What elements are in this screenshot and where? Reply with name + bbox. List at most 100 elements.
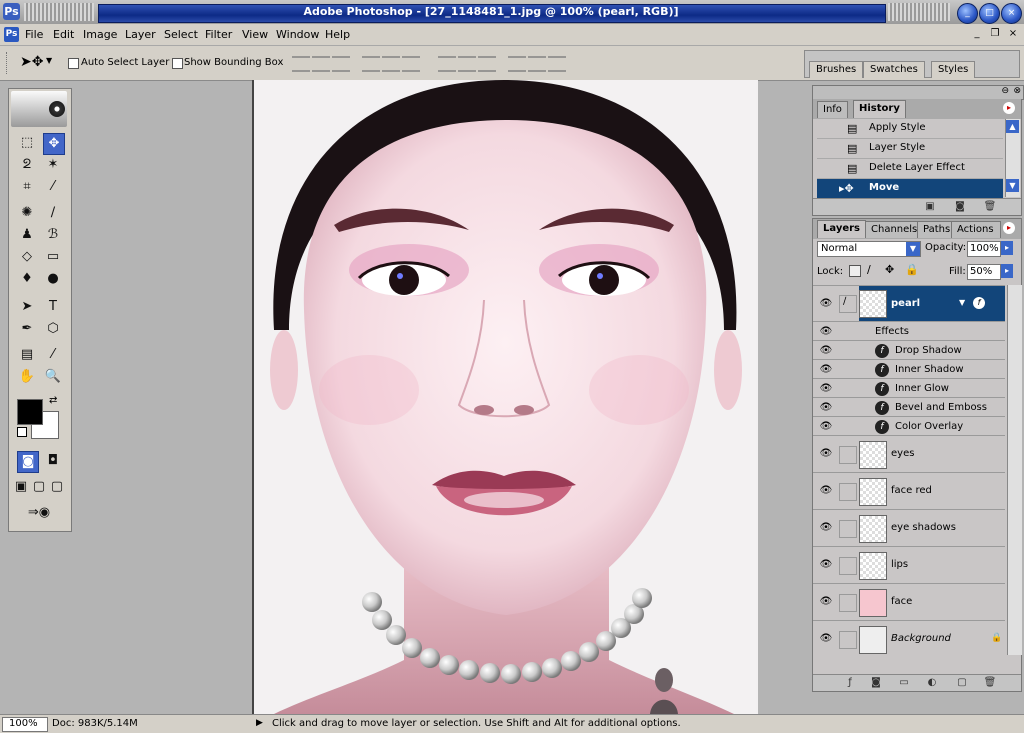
layer-row-pearl[interactable]: 👁 ∕ pearl ▼ f bbox=[813, 285, 1005, 322]
new-document-from-state-icon[interactable]: ▣ bbox=[923, 201, 937, 213]
tab-info[interactable]: Info bbox=[817, 101, 848, 118]
add-mask-icon[interactable]: ◙ bbox=[869, 677, 883, 689]
effect-row-bevel-emboss[interactable]: 👁 f Bevel and Emboss bbox=[813, 397, 1005, 417]
default-colors-icon[interactable] bbox=[17, 427, 27, 437]
auto-select-checkbox[interactable] bbox=[68, 58, 79, 69]
chevron-down-icon[interactable]: ▼ bbox=[46, 56, 52, 65]
menu-layer[interactable]: Layer bbox=[125, 28, 156, 41]
align-bottom-icon[interactable] bbox=[332, 56, 350, 72]
eye-icon[interactable]: 👁 bbox=[819, 522, 833, 533]
distribute-right-icon[interactable] bbox=[548, 56, 566, 72]
panel-close-icon[interactable]: ⊗ bbox=[1013, 86, 1021, 96]
jump-to-imageready-icon[interactable]: ⇒◉ bbox=[19, 503, 59, 523]
move-tool-icon[interactable]: ➤✥ bbox=[20, 54, 43, 70]
history-item-selected[interactable]: ▸✥ Move bbox=[817, 179, 1003, 199]
minimize-icon[interactable]: _ bbox=[957, 3, 978, 24]
tab-styles[interactable]: Styles bbox=[931, 61, 976, 78]
zoom-tool-icon[interactable]: 🔍 bbox=[43, 367, 63, 387]
eye-icon[interactable]: 👁 bbox=[819, 326, 833, 337]
layer-link-box[interactable] bbox=[839, 446, 857, 464]
align-top-icon[interactable] bbox=[292, 56, 310, 72]
hand-tool-icon[interactable]: ✋ bbox=[17, 367, 37, 387]
eye-logo-icon[interactable] bbox=[49, 101, 65, 117]
menu-filter[interactable]: Filter bbox=[205, 28, 232, 41]
status-arrow-icon[interactable]: ▶ bbox=[256, 718, 263, 728]
layer-link-box[interactable] bbox=[839, 483, 857, 501]
tab-swatches[interactable]: Swatches bbox=[863, 61, 925, 78]
zoom-field[interactable]: 100% bbox=[2, 717, 48, 732]
eye-icon[interactable]: 👁 bbox=[819, 596, 833, 607]
history-item[interactable]: ▤ Layer Style bbox=[817, 139, 1003, 159]
distribute-left-icon[interactable] bbox=[508, 56, 526, 72]
brush-tool-icon[interactable]: ∕ bbox=[43, 203, 63, 223]
tab-layers[interactable]: Layers bbox=[817, 220, 866, 238]
eye-icon[interactable]: 👁 bbox=[819, 559, 833, 570]
eye-icon[interactable]: 👁 bbox=[819, 485, 833, 496]
layer-row[interactable]: 👁 eye shadows bbox=[813, 509, 1005, 547]
marquee-tool-icon[interactable]: ⬚ bbox=[17, 133, 37, 153]
tab-channels[interactable]: Channels bbox=[865, 221, 923, 238]
doc-minimize-icon[interactable]: _ bbox=[970, 27, 984, 41]
eye-icon[interactable]: 👁 bbox=[819, 633, 833, 644]
eye-icon[interactable]: 👁 bbox=[819, 402, 833, 413]
fill-input[interactable]: 50% bbox=[967, 264, 1001, 280]
history-item[interactable]: ▤ Apply Style bbox=[817, 119, 1003, 139]
opacity-input[interactable]: 100% bbox=[967, 241, 1001, 257]
notes-tool-icon[interactable]: ▤ bbox=[17, 345, 37, 365]
screen-mode-standard-icon[interactable]: ▣ bbox=[13, 477, 29, 497]
history-brush-icon[interactable]: ℬ bbox=[43, 225, 63, 245]
brush-link-icon[interactable]: ∕ bbox=[839, 295, 857, 313]
trash-icon[interactable]: 🗑 bbox=[983, 677, 997, 689]
menu-edit[interactable]: Edit bbox=[53, 28, 74, 41]
align-middle-icon[interactable] bbox=[312, 56, 330, 72]
tab-history[interactable]: History bbox=[853, 100, 906, 118]
layer-link-box[interactable] bbox=[839, 557, 857, 575]
eye-icon[interactable]: 👁 bbox=[819, 421, 833, 432]
collapse-effects-icon[interactable]: ▼ bbox=[959, 298, 965, 307]
menu-view[interactable]: View bbox=[242, 28, 268, 41]
tab-brushes[interactable]: Brushes bbox=[809, 61, 864, 78]
layer-link-box[interactable] bbox=[839, 631, 857, 649]
layer-link-box[interactable] bbox=[839, 594, 857, 612]
doc-close-icon[interactable]: × bbox=[1006, 27, 1020, 41]
menu-window[interactable]: Window bbox=[276, 28, 319, 41]
chevron-down-icon[interactable]: ▼ bbox=[906, 242, 920, 256]
standard-mode-icon[interactable]: ◙ bbox=[17, 451, 39, 473]
screen-mode-full-menu-icon[interactable]: ▢ bbox=[31, 477, 47, 497]
eye-icon[interactable]: 👁 bbox=[819, 448, 833, 459]
panel-menu-icon[interactable]: ▸ bbox=[1003, 222, 1015, 234]
menu-help[interactable]: Help bbox=[325, 28, 350, 41]
distribute-center-icon[interactable] bbox=[528, 56, 546, 72]
path-select-icon[interactable]: ➤ bbox=[17, 297, 37, 317]
new-layer-icon[interactable]: ▢ bbox=[955, 677, 969, 689]
clone-stamp-icon[interactable]: ♟ bbox=[17, 225, 37, 245]
menu-image[interactable]: Image bbox=[83, 28, 117, 41]
photoshop-app-icon[interactable]: Ps bbox=[3, 3, 20, 20]
layer-row[interactable]: 👁 lips bbox=[813, 546, 1005, 584]
bounding-box-checkbox[interactable] bbox=[172, 58, 183, 69]
lock-brush-icon[interactable]: ∕ bbox=[867, 263, 871, 276]
foreground-color-swatch[interactable] bbox=[17, 399, 43, 425]
eye-icon[interactable]: 👁 bbox=[819, 345, 833, 356]
lock-move-icon[interactable]: ✥ bbox=[885, 263, 894, 276]
menu-select[interactable]: Select bbox=[164, 28, 198, 41]
maximize-icon[interactable]: □ bbox=[979, 3, 1000, 24]
eye-icon[interactable]: 👁 bbox=[819, 298, 833, 309]
effects-header-row[interactable]: 👁 Effects bbox=[813, 321, 1005, 341]
dodge-tool-icon[interactable]: ● bbox=[43, 269, 63, 289]
menu-file[interactable]: File bbox=[25, 28, 43, 41]
effect-row-inner-glow[interactable]: 👁 f Inner Glow bbox=[813, 378, 1005, 398]
doc-restore-icon[interactable]: ❐ bbox=[988, 27, 1002, 41]
panel-menu-icon[interactable]: ▸ bbox=[1003, 102, 1015, 114]
trash-icon[interactable]: 🗑 bbox=[983, 201, 997, 213]
new-set-icon[interactable]: ▭ bbox=[897, 677, 911, 689]
tab-actions[interactable]: Actions bbox=[951, 221, 1001, 238]
align-right-icon[interactable] bbox=[402, 56, 420, 72]
fill-arrow-icon[interactable]: ▸ bbox=[1001, 264, 1013, 278]
layer-style-icon[interactable]: f bbox=[973, 297, 985, 309]
effect-row-inner-shadow[interactable]: 👁 f Inner Shadow bbox=[813, 359, 1005, 379]
layer-link-box[interactable] bbox=[839, 520, 857, 538]
close-icon[interactable]: × bbox=[1001, 3, 1022, 24]
shape-tool-icon[interactable]: ⬡ bbox=[43, 319, 63, 339]
eye-icon[interactable]: 👁 bbox=[819, 364, 833, 375]
